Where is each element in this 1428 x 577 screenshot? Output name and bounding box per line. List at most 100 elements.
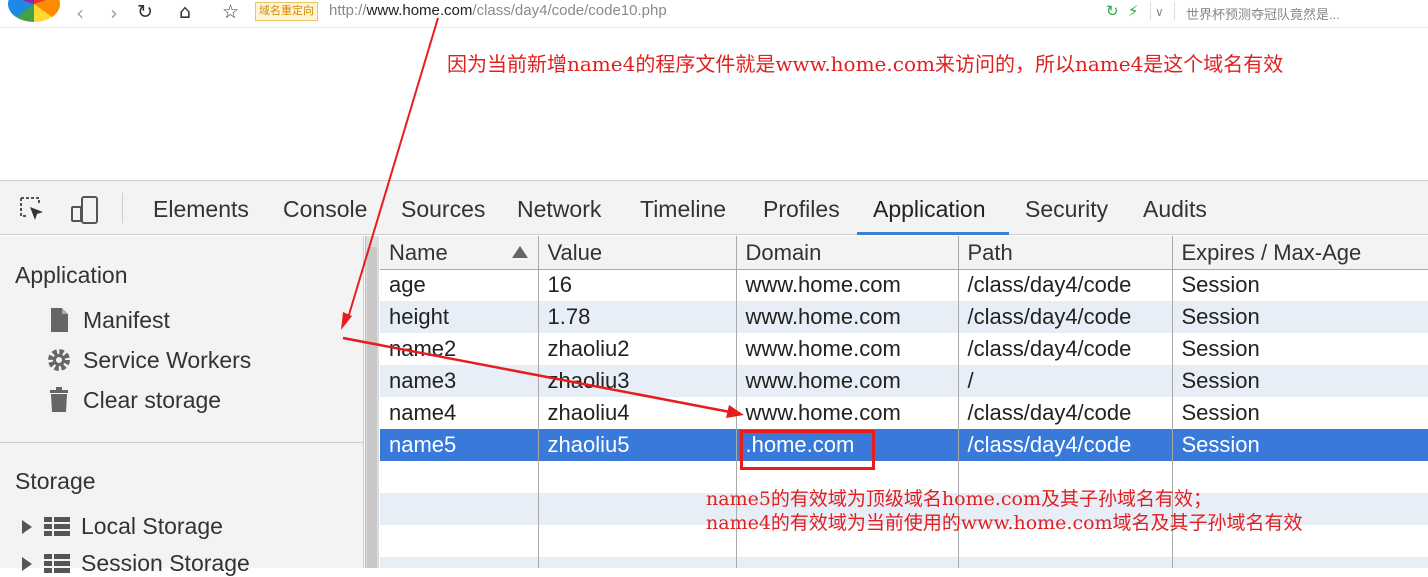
sidebar-item-manifest[interactable]: Manifest <box>45 306 170 334</box>
column-header-label: Path <box>967 240 1013 266</box>
sidebar-item-service-workers[interactable]: Service Workers <box>45 346 251 374</box>
table-icon <box>44 516 70 537</box>
sidebar-item-label: Manifest <box>83 306 170 333</box>
cell-domain: www.home.com <box>736 365 959 397</box>
tab-elements[interactable]: Elements <box>153 181 249 235</box>
tab-network[interactable]: Network <box>517 181 601 235</box>
empty-cell <box>380 493 539 525</box>
reload-icon[interactable]: ↻ <box>137 1 153 23</box>
file-icon <box>45 306 73 334</box>
table-row[interactable]: name4 zhaoliu4 www.home.com/class/day4/cod… <box>380 397 1428 429</box>
devtools-toolbar: Elements Console Sources Network Timelin… <box>0 181 1428 235</box>
empty-cell <box>958 557 1173 568</box>
toolbar-separator <box>122 193 123 223</box>
domain-highlight-box <box>740 430 875 470</box>
empty-cell <box>380 525 539 557</box>
application-sidebar: Application Manifest Service Workers Cle… <box>0 236 364 576</box>
column-header-expires[interactable]: Expires / Max-Age <box>1172 236 1428 270</box>
column-header-value[interactable]: Value <box>538 236 737 270</box>
extension-refresh-icon[interactable]: ↻ <box>1106 2 1119 20</box>
home-icon[interactable]: ⌂ <box>179 1 191 23</box>
cell-value: 16 <box>538 269 737 301</box>
expand-triangle-icon[interactable] <box>22 519 32 534</box>
cell-name: name4 <box>380 397 539 429</box>
sidebar-section-application: Application <box>15 262 128 288</box>
tab-sources[interactable]: Sources <box>401 181 485 235</box>
device-mode-icon[interactable] <box>70 195 100 225</box>
url-domain: www.home.com <box>366 2 473 19</box>
table-row[interactable]: height 1.78 www.home.com/class/day4/code Se… <box>380 301 1428 333</box>
table-row[interactable]: name3 zhaoliu3 www.home.com / Session <box>380 365 1428 397</box>
url-prefix: http:// <box>329 2 367 19</box>
cell-value: zhaoliu4 <box>538 397 737 429</box>
chevron-down-icon[interactable]: ∨ <box>1155 5 1164 19</box>
cell-name: name2 <box>380 333 539 365</box>
sidebar-item-label: Session Storage <box>81 550 250 576</box>
toolbar-divider <box>1174 2 1175 20</box>
column-header-label: Value <box>547 240 603 266</box>
empty-cell <box>1172 557 1428 568</box>
column-header-path[interactable]: Path <box>958 236 1173 270</box>
address-bar[interactable]: http://www.home.com/class/day4/code/code… <box>329 2 667 19</box>
column-header-name[interactable]: Name <box>380 236 539 270</box>
table-header-row: Name Value Domain Path Expires / Max-Age <box>380 236 1428 270</box>
column-header-label: Name <box>389 240 448 266</box>
tab-profiles[interactable]: Profiles <box>763 181 840 235</box>
column-header-domain[interactable]: Domain <box>736 236 959 270</box>
tab-application[interactable]: Application <box>873 181 986 235</box>
sidebar-item-clear-storage[interactable]: Clear storage <box>45 386 221 414</box>
trash-icon <box>45 386 73 414</box>
sort-ascending-icon <box>511 246 528 258</box>
cell-path: /class/day4/code <box>958 429 1173 461</box>
sidebar-item-local-storage[interactable]: Local Storage <box>22 513 223 540</box>
table-row[interactable]: name2 zhaoliu2 www.home.com/class/day4/cod… <box>380 333 1428 365</box>
cell-value: zhaoliu3 <box>538 365 737 397</box>
url-path: /class/day4/code/code10.php <box>472 2 667 19</box>
cell-domain: www.home.com <box>736 301 959 333</box>
empty-cell <box>736 557 959 568</box>
cell-path: /class/day4/code <box>958 269 1173 301</box>
cell-expires: Session <box>1172 269 1428 301</box>
expand-triangle-icon[interactable] <box>22 556 32 571</box>
back-icon[interactable]: ‹ <box>76 1 84 25</box>
table-row[interactable]: name5 zhaoliu5 .home.com/class/day4/code Se… <box>380 429 1428 461</box>
table-row[interactable]: age 16 www.home.com/class/day4/code Session <box>380 269 1428 301</box>
tab-audits[interactable]: Audits <box>1143 181 1207 235</box>
cell-value: zhaoliu5 <box>538 429 737 461</box>
sidebar-item-label: Clear storage <box>83 386 222 413</box>
tab-console[interactable]: Console <box>283 181 367 235</box>
cell-expires: Session <box>1172 397 1428 429</box>
cell-path: /class/day4/code <box>958 301 1173 333</box>
cell-value: zhaoliu2 <box>538 333 737 365</box>
search-suggestion[interactable]: 世界杯预测夺冠队竟然是... <box>1186 4 1340 23</box>
column-header-label: Domain <box>745 240 822 266</box>
tab-security[interactable]: Security <box>1025 181 1108 235</box>
inspect-element-icon[interactable] <box>18 195 48 225</box>
forward-icon[interactable]: › <box>110 1 118 25</box>
cell-name: age <box>380 269 539 301</box>
table-icon <box>44 553 70 574</box>
redirect-badge: 域名重定向 <box>255 2 318 21</box>
annotation-bottom-line-1: name5的有效域为顶级域名home.com及其子孙域名有效； <box>706 488 1212 510</box>
column-header-label: Expires / Max-Age <box>1181 240 1362 266</box>
cell-name: name3 <box>380 365 539 397</box>
sidebar-item-label: Local Storage <box>81 513 223 539</box>
bookmark-star-icon[interactable]: ☆ <box>222 1 239 23</box>
cell-path: /class/day4/code <box>958 397 1173 429</box>
scrollbar-thumb[interactable] <box>367 247 377 568</box>
empty-cell <box>380 557 539 568</box>
browser-logo-icon <box>8 0 60 22</box>
sidebar-section-storage: Storage <box>15 468 96 494</box>
cell-domain: www.home.com <box>736 269 959 301</box>
cell-expires: Session <box>1172 333 1428 365</box>
lightning-icon[interactable]: ⚡ <box>1128 2 1139 20</box>
empty-cell <box>380 461 539 493</box>
annotation-bottom-line-2: name4的有效域为当前使用的www.home.com域名及其子孙域名有效 <box>706 512 1303 534</box>
active-tab-indicator <box>857 232 1009 235</box>
sidebar-divider <box>0 442 364 443</box>
cell-path: /class/day4/code <box>958 333 1173 365</box>
sidebar-item-session-storage[interactable]: Session Storage <box>22 550 250 577</box>
tab-timeline[interactable]: Timeline <box>640 181 726 235</box>
cell-path: / <box>958 365 1173 397</box>
cell-name: height <box>380 301 539 333</box>
